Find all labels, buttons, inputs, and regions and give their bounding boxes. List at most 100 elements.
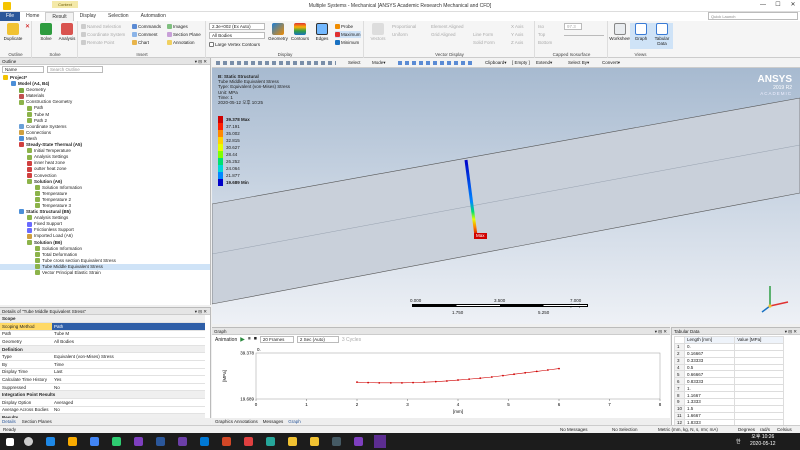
table-row[interactable]: 2 0.16667: [674, 349, 784, 358]
details-row[interactable]: Average Across Bodies No: [0, 406, 205, 415]
tabular-pane-controls[interactable]: ▾ ⊟ ✕: [785, 328, 800, 335]
status-selection[interactable]: No Selection: [612, 426, 638, 433]
system-clock[interactable]: 오후 10:26 2020-05-12: [750, 434, 776, 448]
tab-messages[interactable]: Messages: [263, 418, 284, 425]
maximize-button[interactable]: ☐: [771, 0, 785, 11]
details-section-header[interactable]: Definition: [0, 345, 205, 354]
annotation-button[interactable]: Annotation: [167, 39, 195, 46]
select-mode-dropdown[interactable]: Mode▾: [372, 59, 386, 66]
outline-filter-dropdown[interactable]: Name: [2, 66, 44, 73]
status-units[interactable]: Metric (mm, kg, N, s, mV, mA): [658, 426, 718, 433]
tab-graph[interactable]: Graph: [288, 418, 301, 425]
chat-icon[interactable]: [112, 437, 121, 446]
comment-button[interactable]: Comment: [132, 31, 158, 38]
select-button[interactable]: Select: [348, 59, 361, 66]
tab-automation[interactable]: Automation: [135, 12, 172, 21]
extend-dropdown[interactable]: Extend▾: [536, 59, 552, 66]
large-vertex-contours-checkbox[interactable]: Large Vertex Contours: [209, 41, 260, 48]
clipboard-dropdown[interactable]: Clipboard▾: [485, 59, 507, 66]
tab-selection[interactable]: Selection: [102, 12, 135, 21]
outline-search-input[interactable]: Search Outline: [47, 66, 103, 73]
max-label[interactable]: Max: [474, 233, 487, 239]
select-by-dropdown[interactable]: Select By▾: [568, 59, 589, 66]
bodies-dropdown[interactable]: All Bodies: [209, 32, 265, 39]
status-messages[interactable]: No Messages: [560, 426, 588, 433]
solve-button[interactable]: Solve: [35, 23, 57, 49]
tab-graphics-annotations[interactable]: Graphics Annotations: [215, 418, 258, 425]
z-axis-button[interactable]: Z Axis: [511, 39, 523, 46]
tab-display[interactable]: Display: [74, 12, 102, 21]
duplicate-button[interactable]: Duplicate: [2, 23, 24, 49]
convert-dropdown[interactable]: Convert▾: [602, 59, 620, 66]
details-row[interactable]: Type Equivalent (von-Mises) Stress: [0, 352, 205, 362]
details-row[interactable]: Geometry All Bodies: [0, 337, 205, 346]
browser-icon[interactable]: [90, 437, 99, 446]
tree-item[interactable]: Vector Principal Elastic Strain: [0, 270, 210, 276]
triad-axes[interactable]: [760, 280, 794, 314]
close-window-button[interactable]: ✕: [786, 0, 800, 11]
details-value[interactable]: Yes: [52, 375, 205, 384]
tab-result[interactable]: Result: [45, 12, 74, 21]
workbench-icon[interactable]: [288, 437, 297, 446]
isosurface-value-input[interactable]: 97.3: [564, 23, 582, 30]
search-icon[interactable]: [24, 437, 33, 446]
quick-launch-input[interactable]: Quick Launch: [708, 12, 798, 20]
details-value[interactable]: Averaged: [52, 398, 205, 407]
analysis-button[interactable]: Analysis: [56, 23, 78, 49]
graph-pane-controls[interactable]: ▾ ⊟ ✕: [655, 328, 670, 335]
details-row[interactable]: Calculate Time History Yes: [0, 375, 205, 384]
mechanical-active-icon[interactable]: [374, 435, 386, 448]
details-value[interactable]: Last: [52, 368, 205, 377]
status-degrees[interactable]: Degrees: [738, 426, 755, 433]
details-value[interactable]: Equivalent (von-Mises) Stress: [52, 352, 205, 362]
remote-point-button[interactable]: Remote Point: [81, 39, 114, 46]
solid-form-button[interactable]: Solid Form: [473, 39, 495, 46]
app-icon-teal[interactable]: [266, 437, 275, 446]
windows-start-icon[interactable]: [6, 438, 14, 446]
table-row[interactable]: 4 0.5: [674, 363, 784, 372]
element-aligned-button[interactable]: Element Aligned: [431, 23, 464, 30]
media-icon[interactable]: [178, 437, 187, 446]
table-row[interactable]: 10 1.5: [674, 404, 784, 413]
onenote-icon[interactable]: [134, 437, 143, 446]
details-pane-controls[interactable]: ▾ ⊟ ✕: [195, 308, 210, 315]
details-row[interactable]: Suppressed No: [0, 383, 205, 392]
mechanical-icon[interactable]: [310, 437, 319, 446]
iso-button[interactable]: Iso: [538, 23, 544, 30]
images-button[interactable]: Images: [167, 23, 188, 30]
ime-indicator[interactable]: 한: [736, 438, 741, 445]
table-row[interactable]: 3 0.33333: [674, 356, 784, 365]
table-row[interactable]: 11 1.6667: [674, 411, 784, 420]
graph-view-button[interactable]: Graph: [630, 23, 652, 49]
vectors-button[interactable]: Vectors: [367, 23, 389, 49]
details-value[interactable]: All Bodies: [52, 337, 205, 346]
details-row[interactable]: Scoping Method Path: [0, 322, 205, 331]
table-row[interactable]: 5 0.66667: [674, 370, 784, 379]
details-value[interactable]: Time: [52, 360, 205, 369]
edges-button[interactable]: Edges: [311, 23, 333, 49]
scale-dropdown[interactable]: 2.3e+002 (Ex Auto): [209, 23, 265, 30]
section-plane-button[interactable]: Section Plane: [167, 31, 201, 38]
app-icon-blue[interactable]: [200, 437, 209, 446]
tab-details[interactable]: Details: [2, 418, 16, 425]
tabular-column-header[interactable]: Length [mm]: [683, 336, 736, 344]
powerpoint-icon[interactable]: [222, 437, 231, 446]
tab-file[interactable]: File: [0, 12, 21, 21]
contours-button[interactable]: Contours: [289, 23, 311, 49]
commands-button[interactable]: Commands: [132, 23, 161, 30]
x-axis-button[interactable]: X Axis: [511, 23, 524, 30]
grid-aligned-button[interactable]: Grid Aligned: [431, 31, 456, 38]
word-icon[interactable]: [156, 437, 165, 446]
maximum-button[interactable]: Maximum: [335, 31, 361, 38]
proportional-button[interactable]: Proportional: [392, 23, 416, 30]
details-value[interactable]: Tube M: [52, 330, 205, 339]
probe-button[interactable]: Probe: [335, 23, 353, 30]
details-value[interactable]: Path: [52, 322, 205, 331]
details-row[interactable]: Path Tube M: [0, 330, 205, 339]
y-axis-button[interactable]: Y Axis: [511, 31, 523, 38]
chart-button[interactable]: Chart: [132, 39, 149, 46]
minimize-button[interactable]: —: [756, 0, 770, 11]
table-row[interactable]: 9 1.3333: [674, 398, 784, 406]
geometry-button[interactable]: Geometry: [267, 23, 289, 49]
frames-dropdown[interactable]: 20 Frames: [259, 336, 294, 343]
